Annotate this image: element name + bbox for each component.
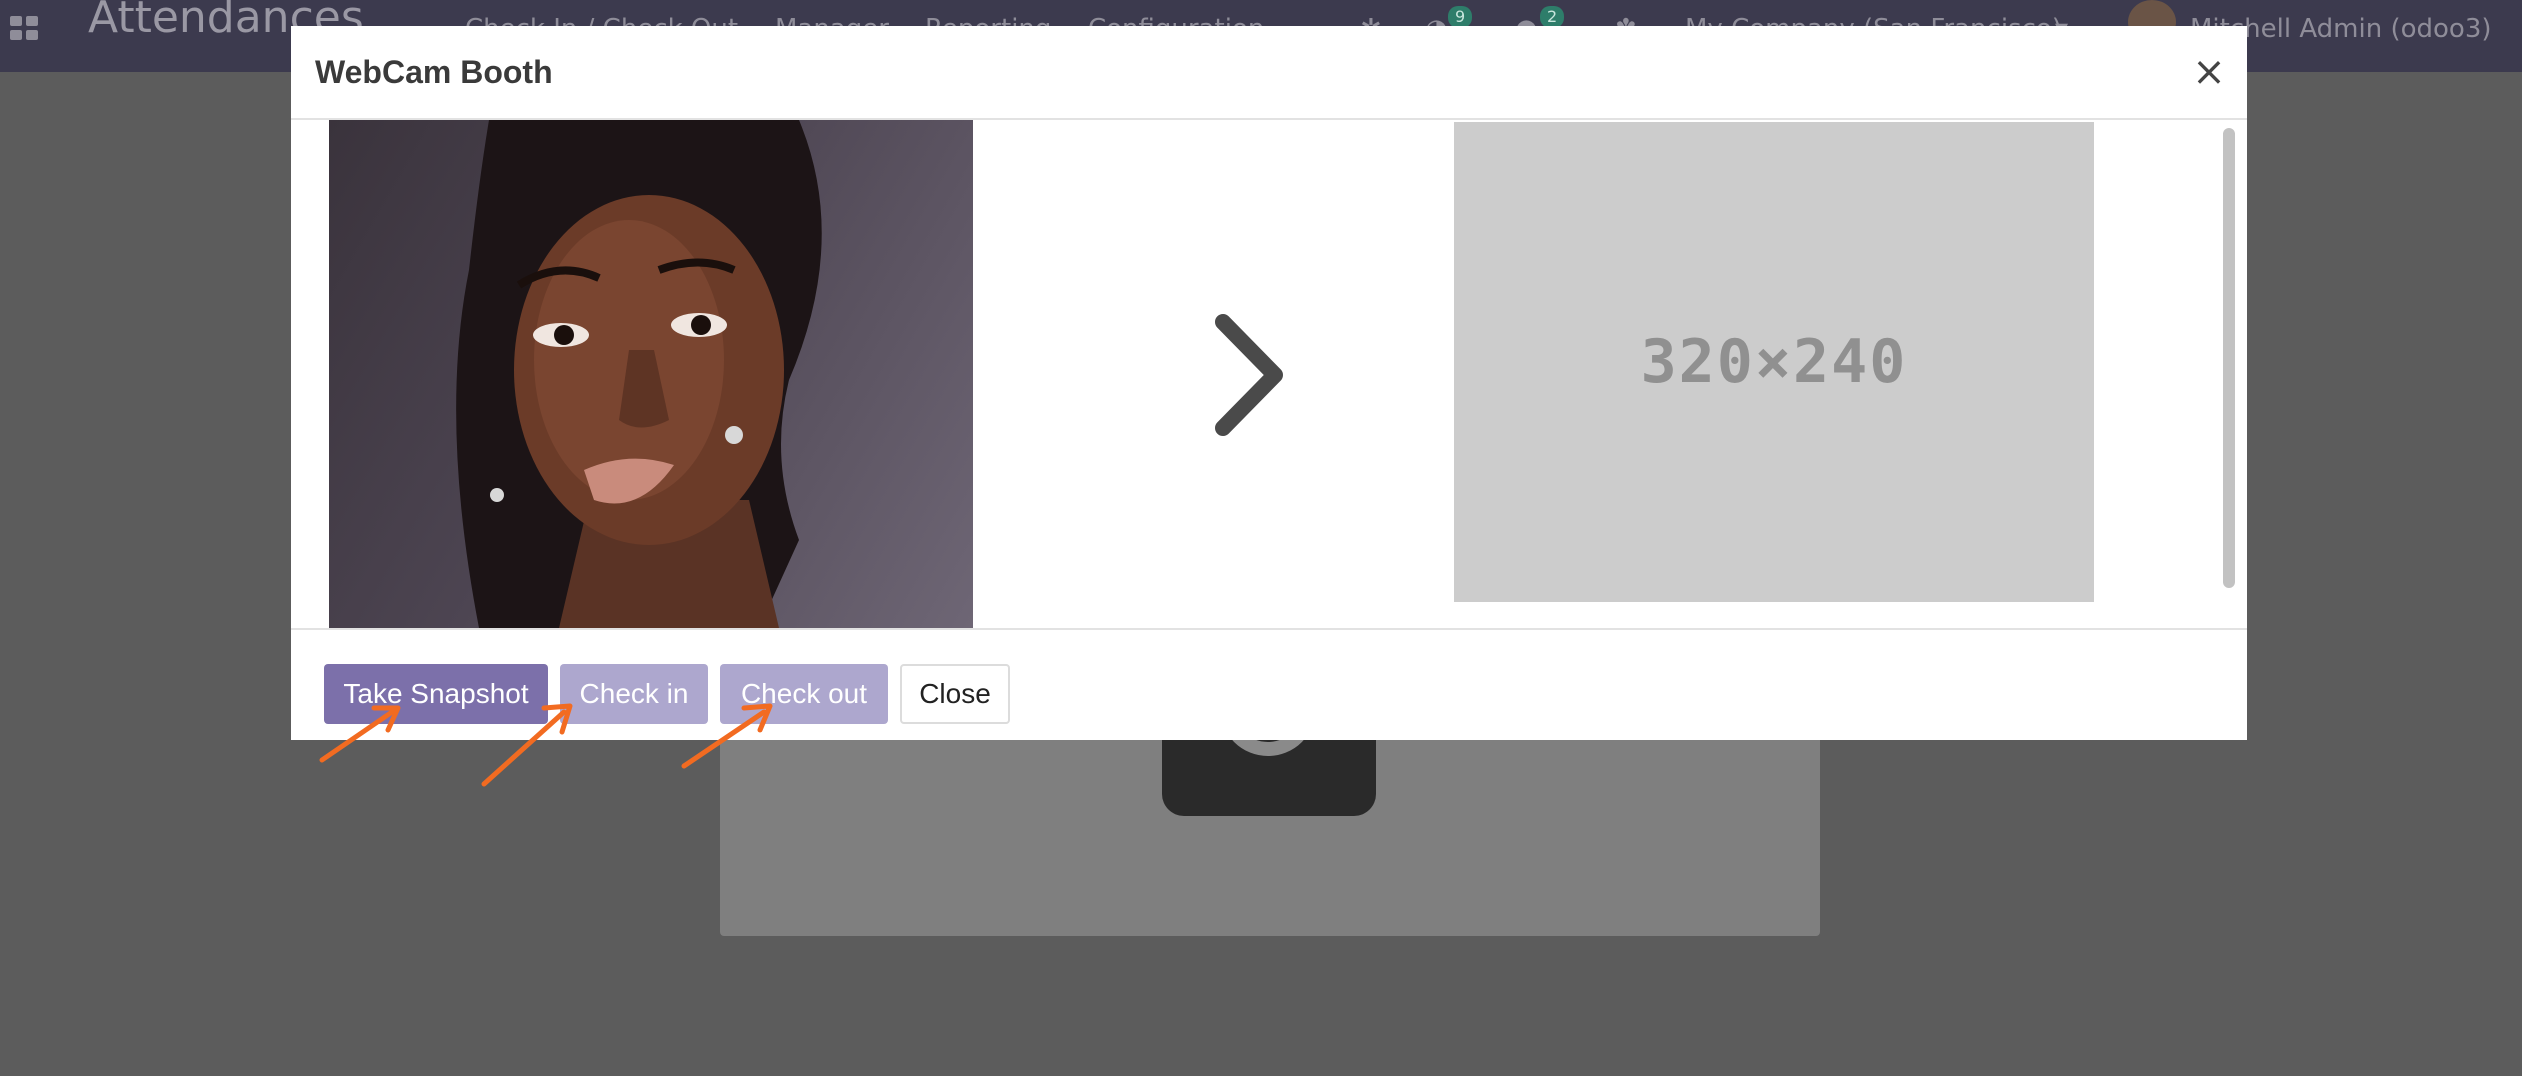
annotation-arrow <box>481 703 573 787</box>
dialog-title: WebCam Booth <box>315 54 553 90</box>
chevron-right-icon <box>1215 314 1283 436</box>
close-icon[interactable]: × <box>2189 52 2229 92</box>
apps-grid-icon[interactable] <box>10 16 40 40</box>
scrollbar[interactable] <box>2221 126 2237 626</box>
activity-count-badge: 9 <box>1448 6 1473 28</box>
close-button[interactable]: Close <box>900 664 1010 724</box>
annotation-arrow <box>681 703 773 769</box>
snapshot-placeholder-text: 320×240 <box>1640 327 1908 397</box>
dialog-footer: Take Snapshot Check in Check out Close <box>291 630 2247 740</box>
snapshot-preview: 320×240 <box>1454 122 2094 602</box>
dialog-header: WebCam Booth × <box>291 26 2247 120</box>
message-count-badge: 2 <box>1540 6 1565 28</box>
webcam-live-feed <box>329 120 973 628</box>
annotation-arrow <box>319 705 401 763</box>
dialog-body: 320×240 <box>291 120 2247 630</box>
webcam-booth-dialog: WebCam Booth × 320×240 Take Snapshot Che… <box>291 26 2247 740</box>
